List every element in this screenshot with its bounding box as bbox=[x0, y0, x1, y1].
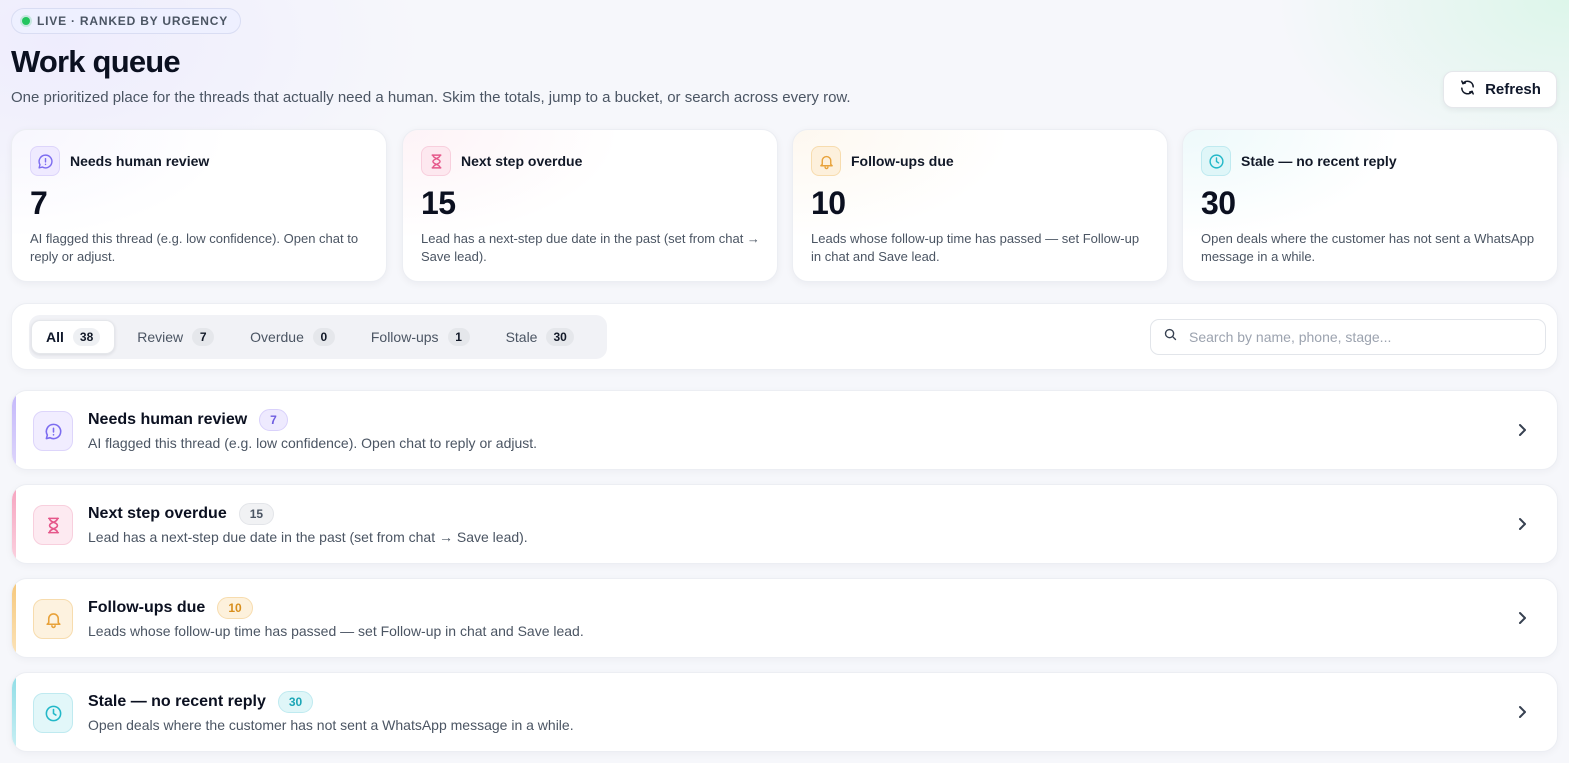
tab-all[interactable]: All 38 bbox=[31, 320, 116, 354]
filter-tabs: All 38 Review 7 Overdue 0 Follow-ups 1 S… bbox=[29, 315, 607, 359]
bucket-description: Lead has a next-step due date in the pas… bbox=[88, 529, 528, 545]
chevron-right-icon bbox=[1515, 421, 1529, 444]
bucket-title: Next step overdue bbox=[88, 505, 227, 522]
stat-description: AI flagged this thread (e.g. low confide… bbox=[30, 231, 359, 264]
hourglass-icon bbox=[33, 505, 73, 545]
stat-description: Open deals where the customer has not se… bbox=[1201, 231, 1535, 264]
stat-value: 10 bbox=[811, 185, 846, 221]
tab-label: Follow-ups bbox=[370, 329, 439, 345]
tab-count: 30 bbox=[546, 328, 574, 346]
bucket-count-badge: 15 bbox=[238, 503, 275, 525]
refresh-button[interactable]: Refresh bbox=[1443, 71, 1557, 108]
search-icon bbox=[1163, 327, 1178, 347]
tab-overdue[interactable]: Overdue 0 bbox=[236, 320, 349, 354]
stat-label: Next step overdue bbox=[461, 153, 583, 169]
bucket-count-badge: 30 bbox=[277, 691, 314, 713]
stat-card-stale[interactable]: Stale — no recent reply 30 Open deals wh… bbox=[1182, 129, 1558, 282]
tab-count: 0 bbox=[312, 328, 335, 346]
bucket-title: Stale — no recent reply bbox=[88, 693, 266, 710]
stat-description: Lead has a next-step due date in the pas… bbox=[421, 231, 760, 264]
stat-value: 15 bbox=[421, 185, 456, 221]
bucket-count-badge: 10 bbox=[217, 597, 253, 619]
bell-icon bbox=[33, 599, 73, 639]
bucket-row-stale[interactable]: Stale — no recent reply 30 Open deals wh… bbox=[11, 672, 1558, 752]
page-title: Work queue bbox=[11, 44, 181, 79]
chat-alert-icon bbox=[30, 146, 60, 176]
tab-stale[interactable]: Stale 30 bbox=[492, 320, 588, 354]
stat-value: 30 bbox=[1201, 185, 1236, 221]
stat-description: Leads whose follow-up time has passed — … bbox=[811, 231, 1140, 264]
stat-card-followups[interactable]: Follow-ups due 10 Leads whose follow-up … bbox=[792, 129, 1168, 282]
tab-follow-ups[interactable]: Follow-ups 1 bbox=[357, 320, 484, 354]
live-indicator-dot bbox=[22, 17, 30, 25]
bucket-row-followups[interactable]: Follow-ups due 10 Leads whose follow-up … bbox=[11, 578, 1558, 658]
bucket-row-overdue[interactable]: Next step overdue 15 Lead has a next-ste… bbox=[11, 484, 1558, 564]
bucket-title: Follow-ups due bbox=[88, 599, 206, 616]
live-status-badge: LIVE · RANKED BY URGENCY bbox=[11, 8, 241, 34]
bucket-description: AI flagged this thread (e.g. low confide… bbox=[88, 435, 538, 451]
tab-label: Stale bbox=[505, 329, 538, 345]
chevron-right-icon bbox=[1515, 703, 1529, 726]
live-status-label: LIVE · RANKED BY URGENCY bbox=[37, 14, 228, 28]
clock-icon bbox=[33, 693, 73, 733]
page-subtitle: One prioritized place for the threads th… bbox=[11, 89, 851, 106]
stat-label: Needs human review bbox=[70, 153, 210, 169]
search-box[interactable] bbox=[1150, 319, 1546, 355]
bucket-title: Needs human review bbox=[88, 411, 248, 428]
tab-label: All bbox=[46, 329, 64, 345]
bell-icon bbox=[811, 146, 841, 176]
filter-bar: All 38 Review 7 Overdue 0 Follow-ups 1 S… bbox=[11, 303, 1558, 370]
chevron-right-icon bbox=[1515, 609, 1529, 632]
stat-card-review[interactable]: Needs human review 7 AI flagged this thr… bbox=[11, 129, 387, 282]
tab-count: 7 bbox=[192, 328, 215, 346]
stat-label: Follow-ups due bbox=[851, 153, 954, 169]
hourglass-icon bbox=[421, 146, 451, 176]
stat-card-overdue[interactable]: Next step overdue 15 Lead has a next-ste… bbox=[402, 129, 778, 282]
refresh-icon bbox=[1459, 79, 1476, 100]
tab-label: Overdue bbox=[250, 329, 304, 345]
tab-label: Review bbox=[137, 329, 184, 345]
tab-count: 1 bbox=[447, 328, 470, 346]
tab-review[interactable]: Review 7 bbox=[123, 320, 228, 354]
stat-value: 7 bbox=[30, 185, 48, 221]
refresh-label: Refresh bbox=[1485, 81, 1541, 98]
clock-icon bbox=[1201, 146, 1231, 176]
stat-label: Stale — no recent reply bbox=[1241, 153, 1397, 169]
bucket-description: Open deals where the customer has not se… bbox=[88, 717, 574, 733]
search-input[interactable] bbox=[1189, 329, 1533, 345]
chevron-right-icon bbox=[1515, 515, 1529, 538]
tab-count: 38 bbox=[72, 328, 101, 346]
chat-alert-icon bbox=[33, 411, 73, 451]
bucket-count-badge: 7 bbox=[259, 409, 288, 431]
bucket-row-review[interactable]: Needs human review 7 AI flagged this thr… bbox=[11, 390, 1558, 470]
bucket-description: Leads whose follow-up time has passed — … bbox=[88, 623, 584, 639]
